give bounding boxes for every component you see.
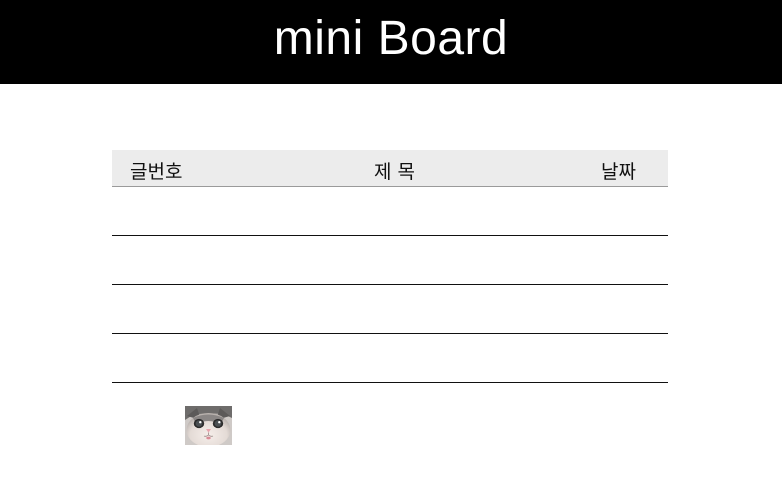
table-row[interactable] [112,334,668,383]
page-header: mini Board [0,0,782,84]
table-row[interactable] [112,236,668,285]
cat-image [185,406,232,445]
board-table-header: 글번호 제 목 날짜 [112,150,668,187]
column-header-title: 제 목 [374,161,415,183]
table-row[interactable] [112,187,668,236]
column-header-date: 날짜 [601,161,636,183]
column-header-number: 글번호 [130,161,183,183]
board-table: 글번호 제 목 날짜 [112,150,668,383]
table-row[interactable] [112,285,668,334]
cat-face-icon [185,406,232,445]
page-title: mini Board [273,12,509,65]
